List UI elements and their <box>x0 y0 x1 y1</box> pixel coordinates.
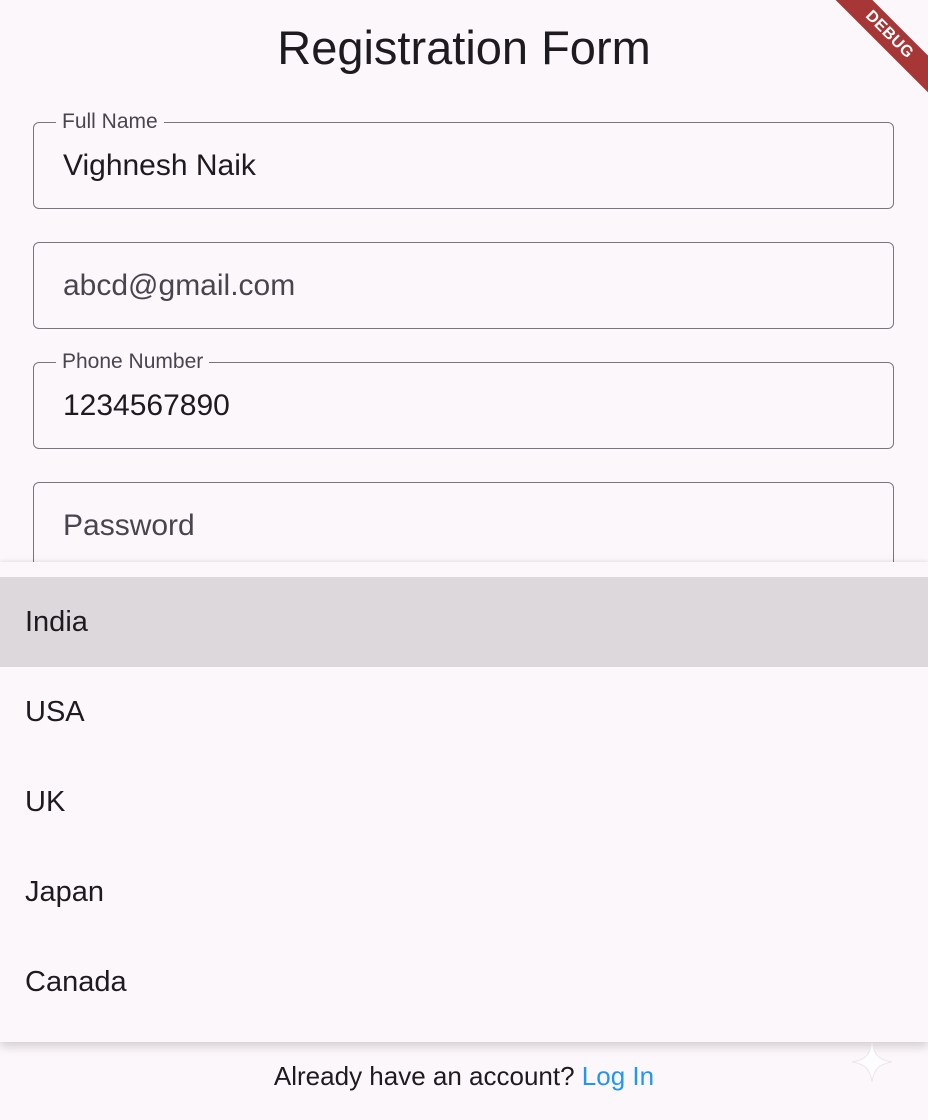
dropdown-item-label: India <box>25 606 88 638</box>
email-field[interactable]: abcd@gmail.com <box>33 242 894 329</box>
dropdown-item-canada[interactable]: Canada <box>0 937 928 1027</box>
phone-number-label: Phone Number <box>56 349 210 375</box>
dropdown-item-japan[interactable]: Japan <box>0 847 928 937</box>
dropdown-item-label: Japan <box>25 876 105 908</box>
dropdown-item-usa[interactable]: USA <box>0 667 928 757</box>
login-prompt: Already have an account? Log In <box>0 1058 928 1094</box>
dropdown-item-india[interactable]: India <box>0 577 928 667</box>
phone-number-field[interactable]: Phone Number 1234567890 <box>33 349 894 449</box>
password-placeholder: Password <box>63 509 195 542</box>
log-in-link[interactable]: Log In <box>582 1061 654 1091</box>
full-name-field[interactable]: Full Name Vighnesh Naik <box>33 109 894 209</box>
phone-number-value: 1234567890 <box>63 389 230 422</box>
dropdown-item-uk[interactable]: UK <box>0 757 928 847</box>
country-dropdown-menu: India USA UK Japan Canada <box>0 562 928 1042</box>
dropdown-item-label: UK <box>25 786 66 818</box>
full-name-value: Vighnesh Naik <box>63 149 256 182</box>
page-title: Registration Form <box>277 21 651 74</box>
dropdown-item-label: Canada <box>25 966 127 998</box>
login-prompt-text: Already have an account? <box>273 1061 575 1091</box>
email-value: abcd@gmail.com <box>63 269 296 302</box>
full-name-label: Full Name <box>56 109 164 135</box>
dropdown-item-label: USA <box>25 696 85 728</box>
password-field[interactable]: Password <box>33 482 894 569</box>
sparkle-icon <box>851 1041 893 1083</box>
